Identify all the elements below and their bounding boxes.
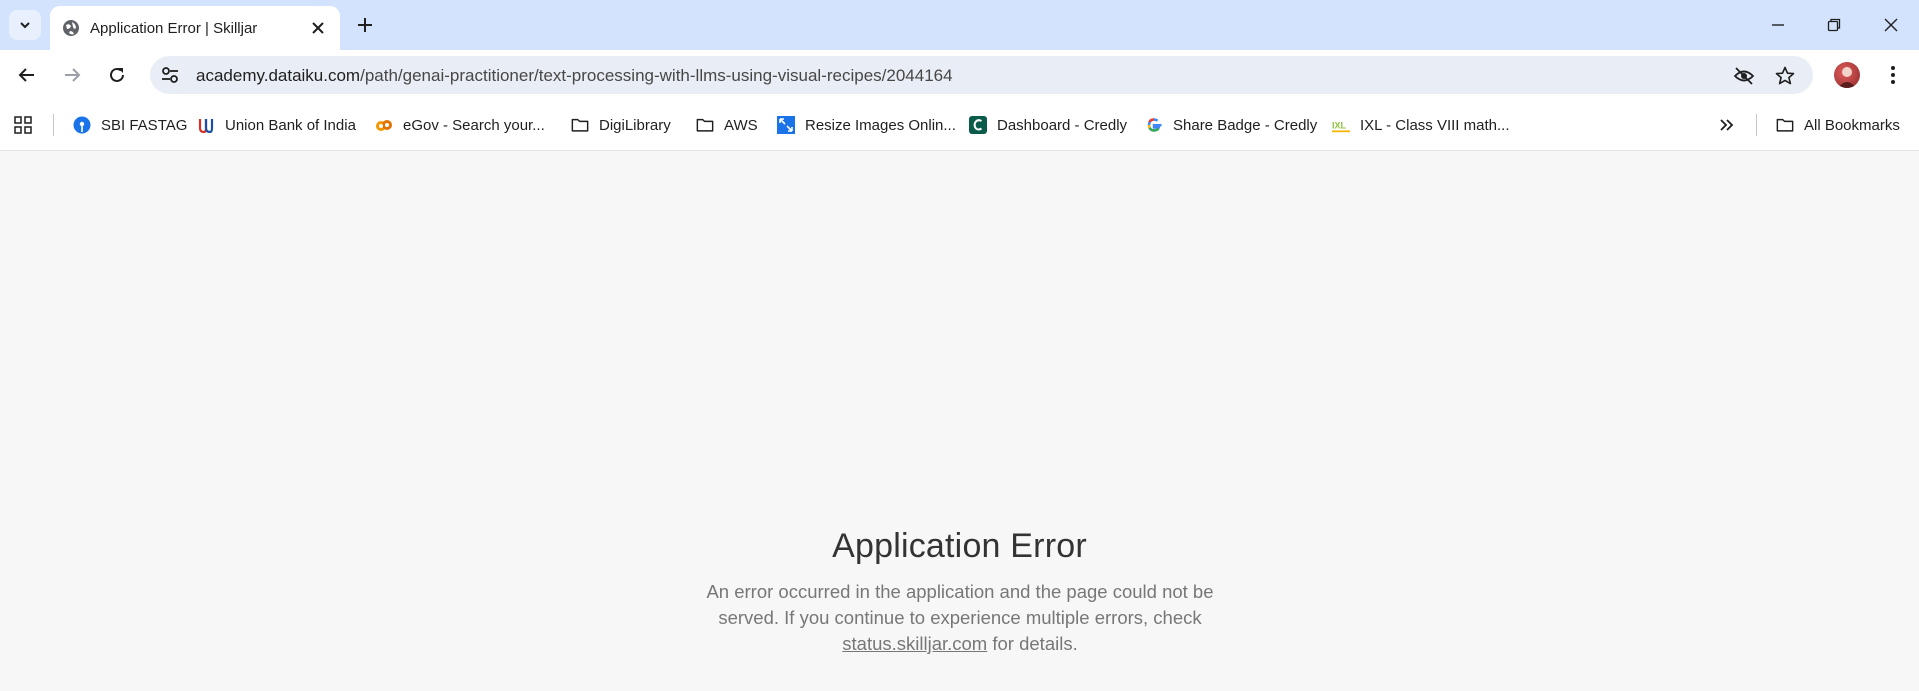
chevron-down-icon bbox=[20, 22, 30, 29]
bookmarks-separator bbox=[1756, 114, 1757, 136]
all-bookmarks-button[interactable]: All Bookmarks bbox=[1776, 114, 1900, 136]
bookmark-egov[interactable]: eGov - Search your... bbox=[375, 114, 545, 136]
eye-off-icon bbox=[1733, 67, 1755, 85]
bookmark-label: SBI FASTAG bbox=[101, 116, 188, 134]
error-message: An error occurred in the application and… bbox=[700, 579, 1220, 657]
tab-search-button[interactable] bbox=[9, 10, 41, 40]
bookmark-sbi-fastag[interactable]: SBI FASTAG bbox=[73, 114, 187, 136]
restore-button[interactable] bbox=[1814, 10, 1854, 40]
browser-menu-button[interactable] bbox=[1880, 60, 1906, 90]
close-window-button[interactable] bbox=[1871, 10, 1911, 40]
more-vert-icon bbox=[1891, 66, 1895, 84]
minimize-button[interactable] bbox=[1758, 10, 1798, 40]
minimize-icon bbox=[1772, 24, 1784, 26]
tracking-protection-button[interactable] bbox=[1733, 65, 1755, 87]
bookmark-ixl[interactable]: IXL IXL - Class VIII math... bbox=[1332, 114, 1510, 136]
reload-icon bbox=[110, 67, 124, 82]
bookmark-label: Dashboard - Credly bbox=[997, 116, 1128, 134]
site-info-icon[interactable] bbox=[160, 65, 180, 85]
credly-icon bbox=[969, 116, 987, 134]
profile-avatar[interactable] bbox=[1834, 62, 1860, 88]
svg-text:IXL: IXL bbox=[1332, 121, 1347, 131]
url-host: academy.dataiku.com bbox=[196, 66, 361, 85]
apps-grid-icon bbox=[14, 116, 32, 134]
sbi-icon bbox=[73, 116, 91, 134]
bookmarks-bar: SBI FASTAG Union Bank of India eGov - Se… bbox=[0, 100, 1919, 151]
bookmark-label: Share Badge - Credly bbox=[1173, 116, 1318, 134]
tab-close-button[interactable] bbox=[308, 18, 328, 38]
error-message-text: An error occurred in the application and… bbox=[706, 581, 1214, 628]
bookmark-resize-images[interactable]: Resize Images Onlin... bbox=[777, 114, 956, 136]
ixl-icon: IXL bbox=[1332, 121, 1350, 133]
bookmark-credly-dashboard[interactable]: Dashboard - Credly bbox=[969, 114, 1127, 136]
double-chevron-right-icon bbox=[1720, 119, 1734, 131]
arrow-right-icon bbox=[65, 68, 81, 82]
folder-icon bbox=[1776, 118, 1794, 132]
globe-icon bbox=[63, 20, 79, 36]
tab-title: Application Error | Skilljar bbox=[90, 20, 258, 37]
tab-strip: Application Error | Skilljar bbox=[0, 0, 1919, 50]
address-bar[interactable]: academy.dataiku.com/path/genai-practitio… bbox=[150, 56, 1813, 94]
new-tab-button[interactable] bbox=[352, 12, 378, 38]
bookmark-label: IXL - Class VIII math... bbox=[1360, 116, 1510, 134]
apps-button[interactable] bbox=[14, 114, 42, 136]
all-bookmarks-label: All Bookmarks bbox=[1804, 116, 1900, 134]
bookmark-label: eGov - Search your... bbox=[403, 116, 545, 134]
bookmarks-separator bbox=[53, 114, 54, 136]
star-icon bbox=[1775, 66, 1795, 85]
folder-icon bbox=[696, 118, 714, 132]
close-icon bbox=[1884, 18, 1898, 32]
bookmark-digilibrary[interactable]: DigiLibrary bbox=[571, 114, 671, 136]
close-icon bbox=[312, 22, 324, 34]
bookmark-union-bank[interactable]: Union Bank of India bbox=[197, 114, 356, 136]
bookmark-label: DigiLibrary bbox=[599, 116, 671, 134]
egov-icon bbox=[376, 120, 392, 131]
google-icon bbox=[1147, 118, 1162, 132]
bookmark-credly-share-badge[interactable]: Share Badge - Credly bbox=[1145, 114, 1317, 136]
bookmark-label: AWS bbox=[724, 116, 758, 134]
bookmark-star-button[interactable] bbox=[1774, 65, 1796, 87]
page-content: Application Error An error occurred in t… bbox=[0, 151, 1919, 691]
bookmark-label: Resize Images Onlin... bbox=[805, 116, 956, 134]
forward-button[interactable] bbox=[57, 60, 87, 90]
back-button[interactable] bbox=[12, 60, 42, 90]
browser-toolbar: academy.dataiku.com/path/genai-practitio… bbox=[0, 50, 1919, 100]
bookmark-label: Union Bank of India bbox=[225, 116, 356, 134]
avatar-icon bbox=[1838, 67, 1856, 88]
arrow-left-icon bbox=[18, 68, 34, 82]
bookmark-aws[interactable]: AWS bbox=[696, 114, 758, 136]
error-message-suffix: for details. bbox=[992, 633, 1078, 654]
url-path: /path/genai-practitioner/text-processing… bbox=[360, 66, 953, 85]
union-bank-icon bbox=[198, 119, 214, 134]
restore-icon bbox=[1827, 18, 1841, 32]
plus-icon bbox=[358, 18, 372, 32]
folder-icon bbox=[571, 118, 589, 132]
url-text[interactable]: academy.dataiku.com/path/genai-practitio… bbox=[196, 66, 953, 86]
reload-button[interactable] bbox=[102, 60, 132, 90]
resize-icon bbox=[777, 116, 795, 134]
status-link[interactable]: status.skilljar.com bbox=[842, 633, 987, 654]
more-bookmarks-button[interactable] bbox=[1718, 114, 1746, 136]
active-tab[interactable]: Application Error | Skilljar bbox=[50, 6, 340, 50]
error-title: Application Error bbox=[832, 527, 1087, 565]
